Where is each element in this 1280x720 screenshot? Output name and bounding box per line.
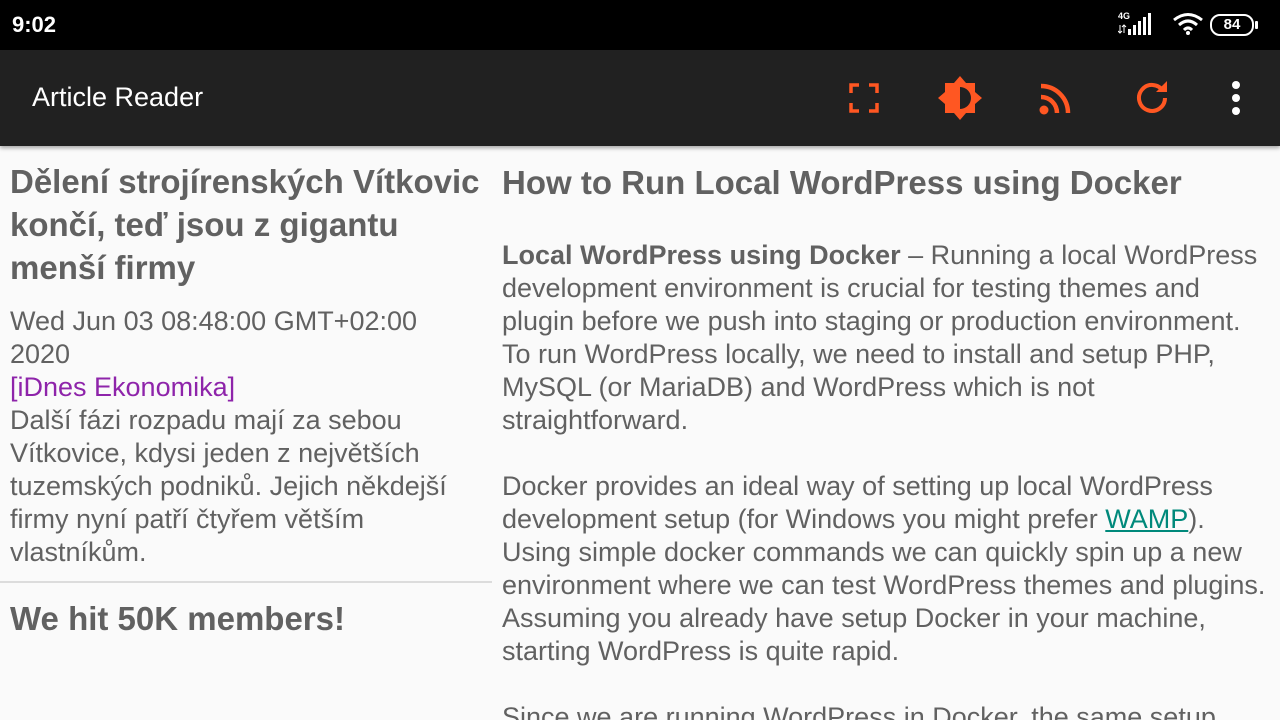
list-item-source: [iDnes Ekonomika] (10, 372, 236, 402)
list-item-title: Dělení strojírenských Vítkovic končí, te… (10, 163, 480, 286)
article-title: How to Run Local WordPress using Docker (502, 164, 1182, 201)
list-item-date: Wed Jun 03 08:48:00 GMT+02:00 2020 (10, 306, 418, 369)
list-item[interactable]: We hit 50K members! (0, 583, 492, 655)
wifi-icon (1172, 12, 1204, 41)
refresh-icon (1137, 81, 1167, 113)
app-title: Article Reader (32, 82, 204, 112)
article-paragraph: Local WordPress using Docker – Running a… (502, 239, 1272, 437)
article-content: How to Run Local WordPress using Docker … (502, 146, 1272, 720)
more-vert-icon (1232, 81, 1240, 115)
battery-level: 84 (1223, 16, 1241, 33)
battery-icon: 84 (1210, 14, 1258, 36)
list-item[interactable]: Dělení strojírenských Vítkovic končí, te… (0, 146, 492, 583)
signal-icon: 4G (1118, 11, 1160, 37)
article-paragraph: Docker provides an ideal way of setting … (502, 470, 1272, 668)
brightness-icon (938, 76, 982, 120)
more-options-button[interactable] (1212, 74, 1260, 122)
list-item-title: We hit 50K members! (10, 600, 345, 637)
article-lead-bold: Local WordPress using Docker (502, 240, 901, 270)
rss-button[interactable] (1032, 74, 1080, 122)
refresh-button[interactable] (1128, 74, 1176, 122)
wamp-link[interactable]: WAMP (1105, 504, 1188, 534)
app-toolbar: Article Reader (0, 50, 1280, 146)
article-list: Dělení strojírenských Vítkovic končí, te… (0, 146, 492, 720)
list-item-summary: Další fázi rozpadu mají za sebou Vítkovi… (10, 405, 447, 567)
rss-icon (1039, 83, 1071, 115)
brightness-button[interactable] (936, 74, 984, 122)
status-time: 9:02 (12, 12, 57, 37)
article-paragraph: Since we are running WordPress in Docker… (502, 702, 1216, 720)
status-bar: 9:02 4G 84 (0, 0, 1280, 50)
fullscreen-icon (849, 83, 879, 113)
fullscreen-button[interactable] (840, 74, 888, 122)
